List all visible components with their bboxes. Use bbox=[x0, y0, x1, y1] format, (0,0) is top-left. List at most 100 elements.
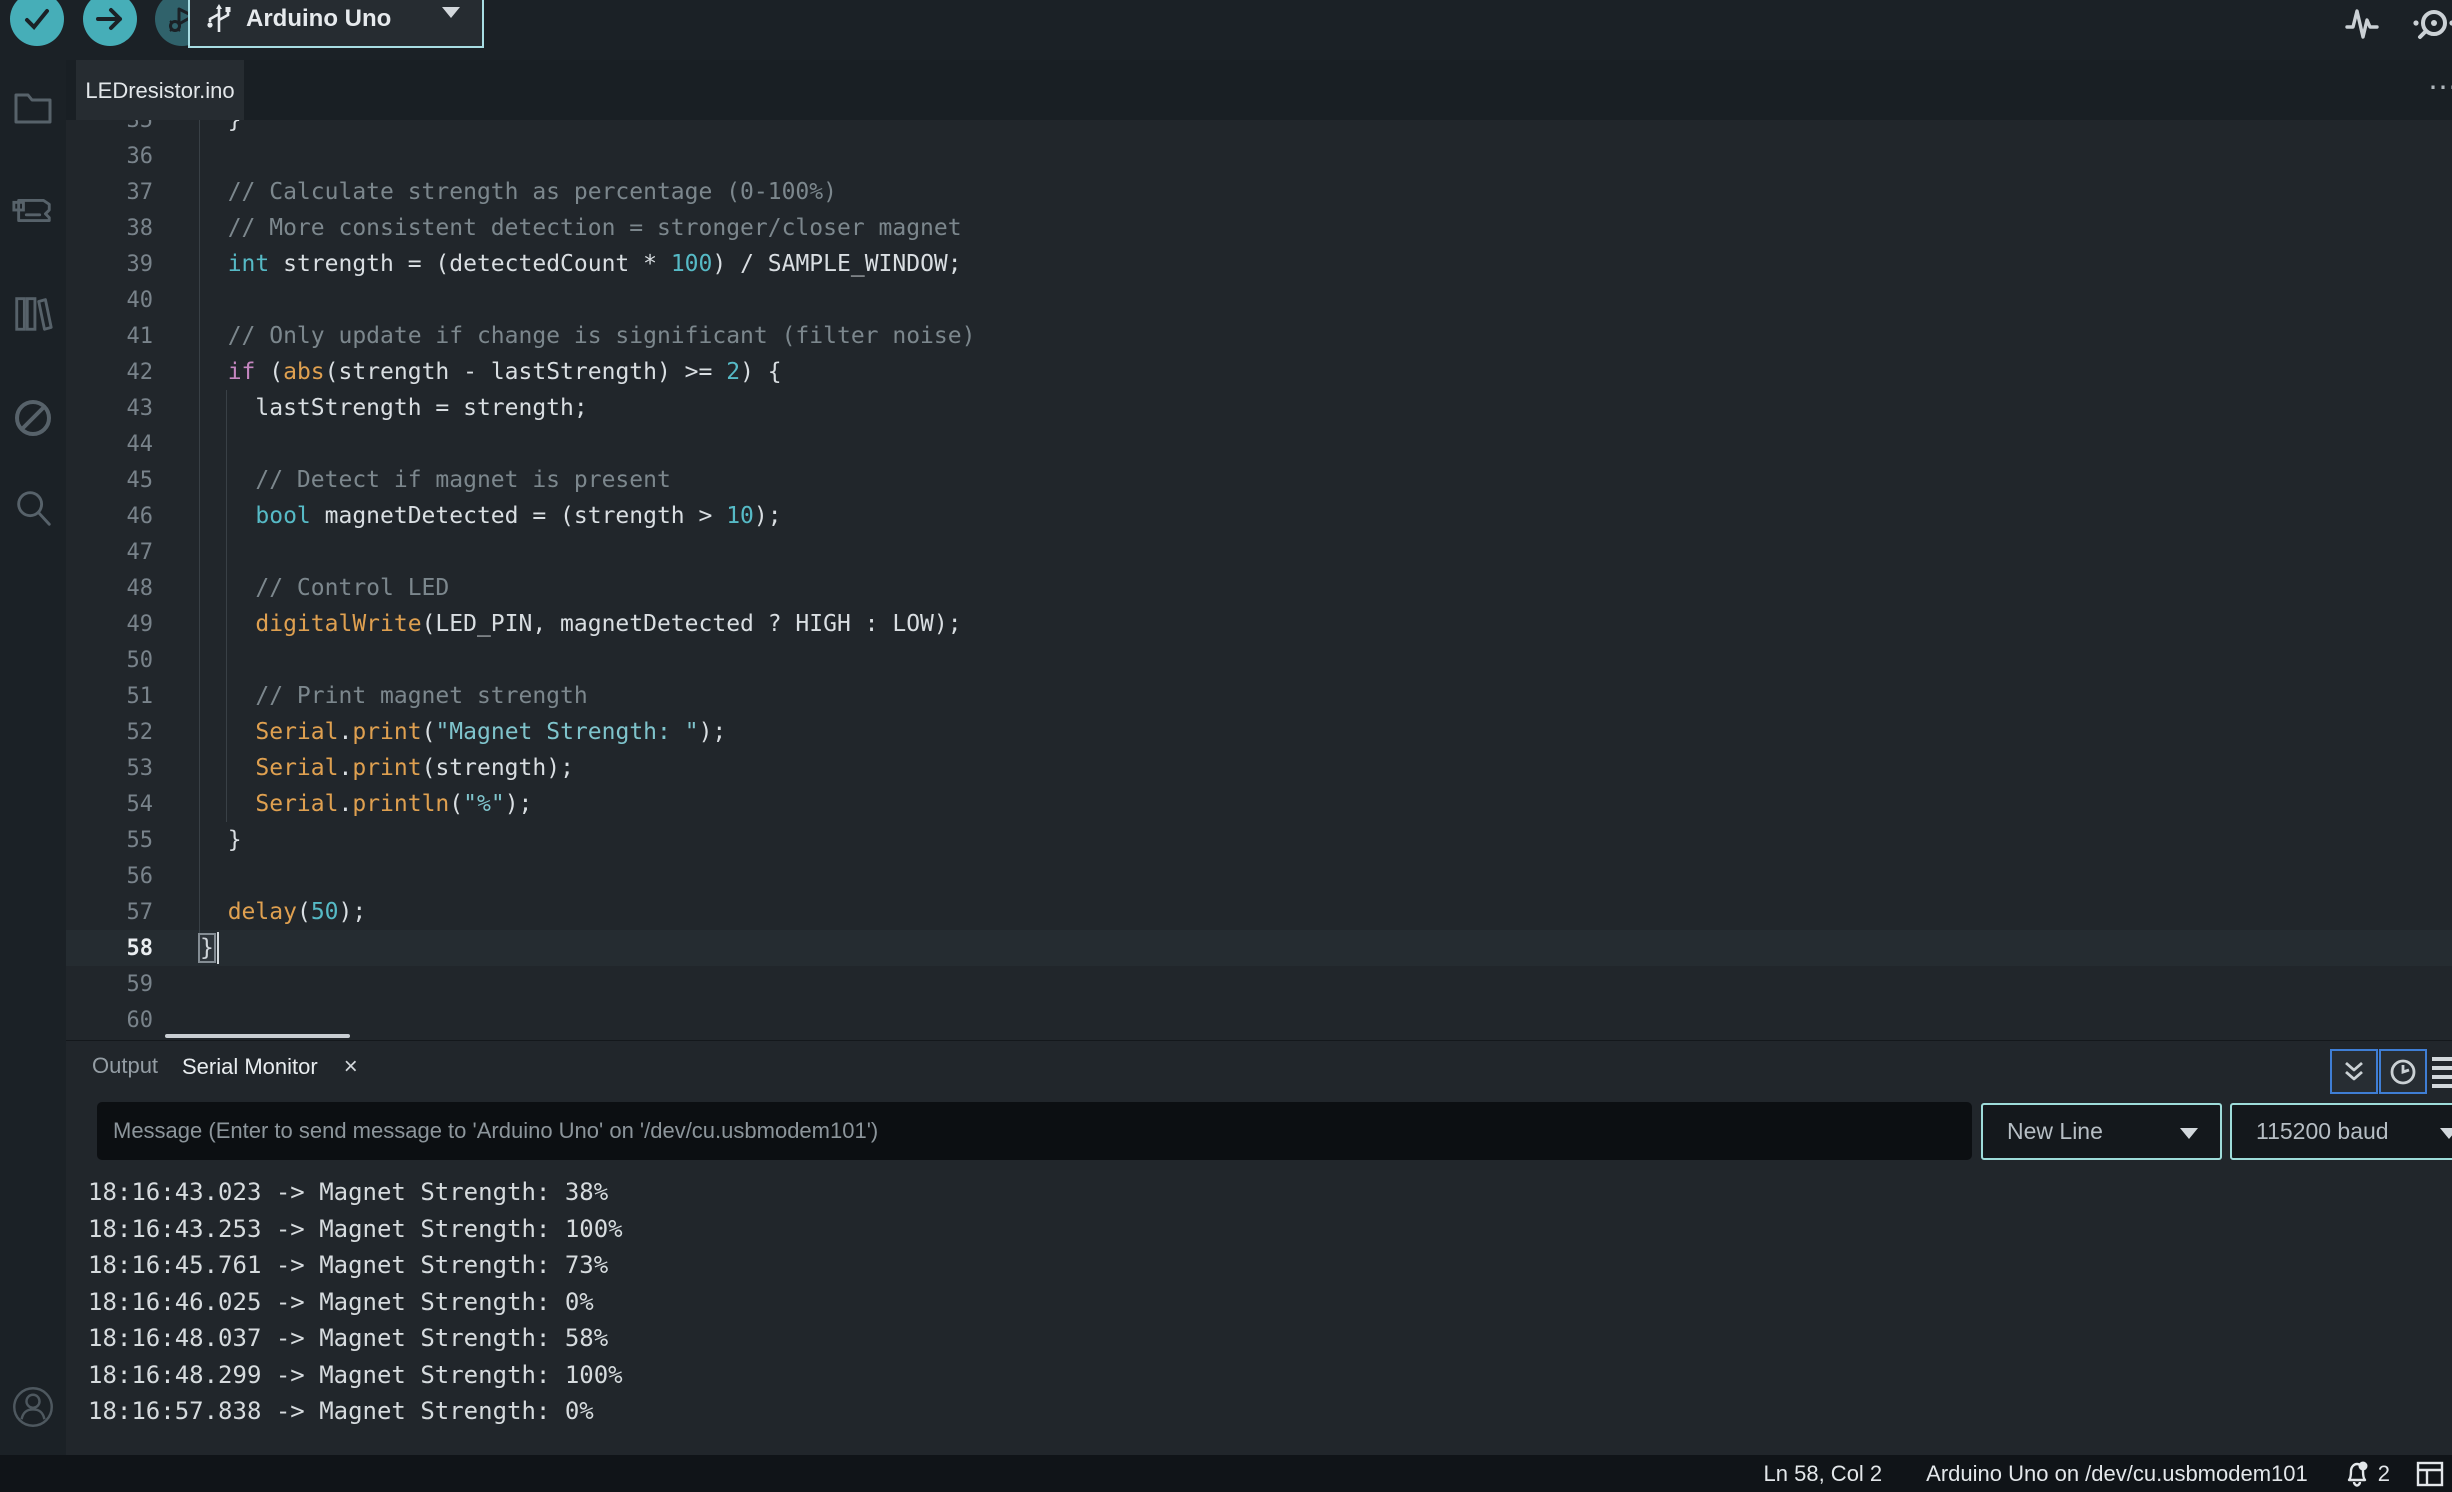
code-line[interactable]: 51 // Print magnet strength bbox=[66, 678, 2452, 714]
code-line[interactable]: 60 bbox=[66, 1002, 2452, 1038]
line-number: 46 bbox=[66, 504, 165, 529]
code-text: // Detect if magnet is present bbox=[165, 467, 671, 493]
code-line[interactable]: 50 bbox=[66, 642, 2452, 678]
panel-options-button[interactable] bbox=[2432, 1057, 2452, 1088]
code-text: bool magnetDetected = (strength > 10); bbox=[165, 503, 782, 529]
serial-monitor-output[interactable]: 18:16:43.023 -> Magnet Strength: 38%18:1… bbox=[88, 1178, 2428, 1434]
serial-message-input[interactable]: Message (Enter to send message to 'Ardui… bbox=[97, 1102, 1972, 1160]
code-line[interactable]: 43 lastStrength = strength; bbox=[66, 390, 2452, 426]
code-line[interactable]: 35 } bbox=[66, 120, 2452, 138]
line-number: 58 bbox=[66, 936, 165, 961]
search-icon bbox=[11, 485, 55, 531]
code-line[interactable]: 48 // Control LED bbox=[66, 570, 2452, 606]
sidebar-item-sketchbook[interactable] bbox=[11, 86, 55, 130]
line-number: 59 bbox=[66, 972, 165, 997]
checkmark-icon bbox=[22, 4, 52, 34]
code-line[interactable]: 45 // Detect if magnet is present bbox=[66, 462, 2452, 498]
toggle-panel-button[interactable] bbox=[2416, 1461, 2444, 1487]
sidebar-item-boards-manager[interactable] bbox=[11, 188, 55, 232]
upload-button[interactable] bbox=[83, 0, 137, 46]
code-line[interactable]: 57 delay(50); bbox=[66, 894, 2452, 930]
text-cursor bbox=[217, 932, 219, 964]
tab-serial-monitor[interactable]: Serial Monitor× bbox=[182, 1053, 358, 1081]
timestamp-toggle[interactable] bbox=[2379, 1049, 2427, 1094]
code-text: Serial.print("Magnet Strength: "); bbox=[165, 719, 726, 745]
code-editor[interactable]: 35 }3637 // Calculate strength as percen… bbox=[66, 120, 2452, 1040]
scroll-to-bottom-toggle[interactable] bbox=[2330, 1049, 2378, 1094]
cursor-position[interactable]: Ln 58, Col 2 bbox=[1764, 1461, 1883, 1487]
code-text: if (abs(strength - lastStrength) >= 2) { bbox=[165, 359, 782, 385]
serial-plotter-button[interactable] bbox=[2344, 6, 2380, 47]
line-number: 47 bbox=[66, 540, 165, 565]
serial-plotter-icon bbox=[2344, 6, 2380, 42]
code-line[interactable]: 54 Serial.println("%"); bbox=[66, 786, 2452, 822]
code-line[interactable]: 41 // Only update if change is significa… bbox=[66, 318, 2452, 354]
line-number: 35 bbox=[66, 120, 165, 133]
code-text: lastStrength = strength; bbox=[165, 395, 588, 421]
code-text: } bbox=[165, 120, 242, 133]
line-number: 42 bbox=[66, 360, 165, 385]
code-line[interactable]: 52 Serial.print("Magnet Strength: "); bbox=[66, 714, 2452, 750]
code-text: // Control LED bbox=[165, 575, 449, 601]
code-line[interactable]: 44 bbox=[66, 426, 2452, 462]
line-number: 37 bbox=[66, 180, 165, 205]
serial-output-line: 18:16:45.761 -> Magnet Strength: 73% bbox=[88, 1251, 2428, 1288]
sidebar-item-search[interactable] bbox=[11, 486, 55, 530]
close-icon[interactable]: × bbox=[344, 1053, 358, 1080]
horizontal-scrollbar-thumb[interactable] bbox=[165, 1034, 350, 1038]
serial-monitor-icon bbox=[2404, 6, 2452, 46]
arrow-right-icon bbox=[94, 4, 126, 34]
code-line[interactable]: 53 Serial.print(strength); bbox=[66, 750, 2452, 786]
line-number: 45 bbox=[66, 468, 165, 493]
line-number: 41 bbox=[66, 324, 165, 349]
code-line[interactable]: 46 bool magnetDetected = (strength > 10)… bbox=[66, 498, 2452, 534]
verify-button[interactable] bbox=[10, 0, 64, 46]
editor-tabbar: LEDresistor.ino ⋯ bbox=[66, 60, 2452, 120]
serial-output-line: 18:16:46.025 -> Magnet Strength: 0% bbox=[88, 1288, 2428, 1325]
code-line[interactable]: 36 bbox=[66, 138, 2452, 174]
code-line[interactable]: 47 bbox=[66, 534, 2452, 570]
line-number: 52 bbox=[66, 720, 165, 745]
status-bar: Ln 58, Col 2 Arduino Uno on /dev/cu.usbm… bbox=[0, 1455, 2452, 1492]
tab-ledresistor-ino[interactable]: LEDresistor.ino bbox=[76, 60, 244, 121]
code-text: // More consistent detection = stronger/… bbox=[165, 215, 962, 241]
line-ending-select[interactable]: New Line bbox=[1981, 1103, 2222, 1160]
notifications-button[interactable]: 2 bbox=[2344, 1460, 2390, 1488]
clock-icon bbox=[2388, 1057, 2418, 1087]
line-number: 50 bbox=[66, 648, 165, 673]
code-line[interactable]: 59 bbox=[66, 966, 2452, 1002]
code-text: delay(50); bbox=[165, 899, 366, 925]
code-text: // Calculate strength as percentage (0-1… bbox=[165, 179, 837, 205]
code-line[interactable]: 56 bbox=[66, 858, 2452, 894]
editor-more-actions[interactable]: ⋯ bbox=[2428, 70, 2452, 105]
sidebar-item-library-manager[interactable] bbox=[11, 291, 55, 335]
code-line[interactable]: 42 if (abs(strength - lastStrength) >= 2… bbox=[66, 354, 2452, 390]
line-number: 56 bbox=[66, 864, 165, 889]
serial-monitor-button[interactable] bbox=[2404, 6, 2452, 51]
code-line[interactable]: 39 int strength = (detectedCount * 100) … bbox=[66, 246, 2452, 282]
sidebar-item-debug[interactable] bbox=[11, 396, 55, 440]
board-selector[interactable]: Arduino Uno bbox=[188, 0, 484, 48]
board-icon bbox=[11, 188, 55, 232]
account-button[interactable] bbox=[11, 1385, 55, 1429]
code-line[interactable]: 40 bbox=[66, 282, 2452, 318]
code-line[interactable]: 58} bbox=[66, 930, 2452, 966]
board-port-status[interactable]: Arduino Uno on /dev/cu.usbmodem101 bbox=[1926, 1461, 2308, 1487]
code-text: int strength = (detectedCount * 100) / S… bbox=[165, 251, 962, 277]
code-text: Serial.print(strength); bbox=[165, 755, 574, 781]
account-icon bbox=[11, 1380, 55, 1434]
code-text: // Only update if change is significant … bbox=[165, 323, 975, 349]
line-number: 44 bbox=[66, 432, 165, 457]
code-line[interactable]: 37 // Calculate strength as percentage (… bbox=[66, 174, 2452, 210]
tab-output[interactable]: Output bbox=[92, 1053, 158, 1079]
baud-rate-select[interactable]: 115200 baud bbox=[2230, 1103, 2452, 1160]
code-line[interactable]: 49 digitalWrite(LED_PIN, magnetDetected … bbox=[66, 606, 2452, 642]
line-number: 40 bbox=[66, 288, 165, 313]
chevron-down-icon bbox=[2180, 1128, 2198, 1139]
library-books-icon bbox=[11, 290, 55, 336]
line-number: 55 bbox=[66, 828, 165, 853]
bracket-match-highlight bbox=[198, 933, 216, 963]
line-number: 48 bbox=[66, 576, 165, 601]
code-line[interactable]: 38 // More consistent detection = strong… bbox=[66, 210, 2452, 246]
code-line[interactable]: 55 } bbox=[66, 822, 2452, 858]
